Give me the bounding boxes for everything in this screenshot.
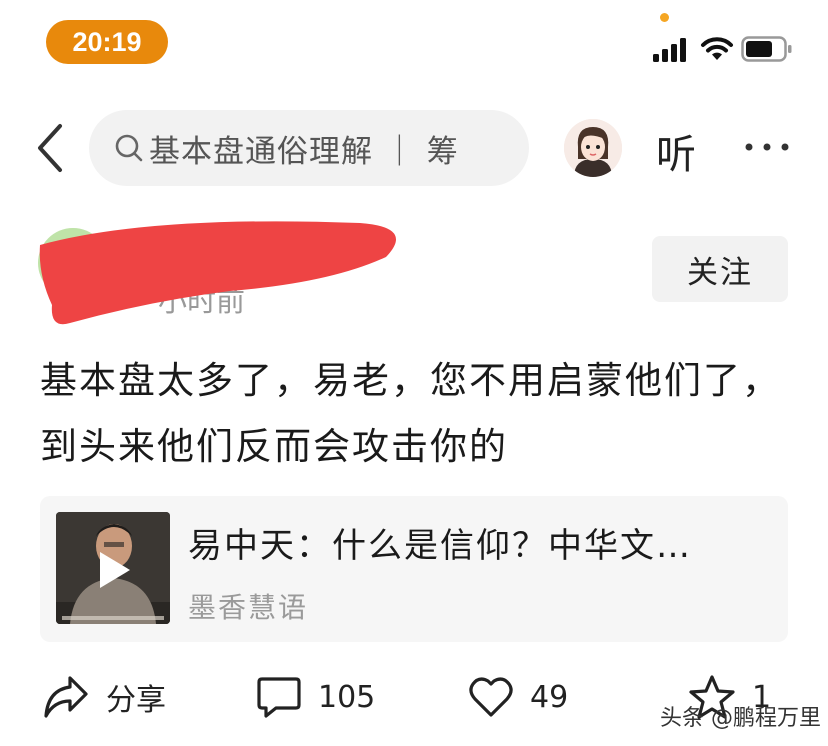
search-input[interactable]: 基本盘通俗理解 ｜ 筹 <box>89 110 529 186</box>
like-button[interactable]: 49 <box>468 672 568 722</box>
status-time: 20:19 <box>46 20 168 64</box>
listen-button[interactable]: 听 <box>656 122 696 180</box>
follow-button[interactable]: 关注 <box>652 236 788 302</box>
redaction-mark <box>39 221 397 325</box>
share-button[interactable]: 分享 <box>42 672 166 722</box>
assistant-avatar[interactable] <box>564 119 622 177</box>
battery-icon <box>741 36 792 62</box>
heart-icon <box>469 677 513 717</box>
comment-icon <box>257 677 301 718</box>
back-icon[interactable] <box>32 122 68 174</box>
search-icon <box>115 134 143 162</box>
more-icon[interactable] <box>742 140 792 154</box>
comment-button[interactable]: 105 <box>256 672 375 722</box>
like-count: 49 <box>530 679 569 715</box>
video-thumbnail <box>56 512 170 624</box>
card-title: 易中天：什么是信仰？中华文… <box>188 526 692 566</box>
share-icon <box>44 676 88 718</box>
comment-count: 105 <box>318 679 376 715</box>
assistant-avatar-icon <box>564 119 622 177</box>
wifi-icon <box>701 37 733 60</box>
linked-video-card[interactable]: 易中天：什么是信仰？中华文… 墨香慧语 <box>40 496 788 642</box>
watermark: 头条 @鹏程万里 <box>660 706 821 731</box>
privacy-indicator-dot <box>660 13 669 22</box>
post-content: 基本盘太多了，易老，您不用启蒙他们了，到头来他们反而会攻击你的 <box>40 359 781 468</box>
search-query-text: 基本盘通俗理解 ｜ 筹 <box>149 133 459 170</box>
signal-icon <box>653 38 686 62</box>
share-label: 分享 <box>106 683 166 718</box>
play-icon <box>100 552 130 588</box>
card-source: 墨香慧语 <box>188 591 309 624</box>
